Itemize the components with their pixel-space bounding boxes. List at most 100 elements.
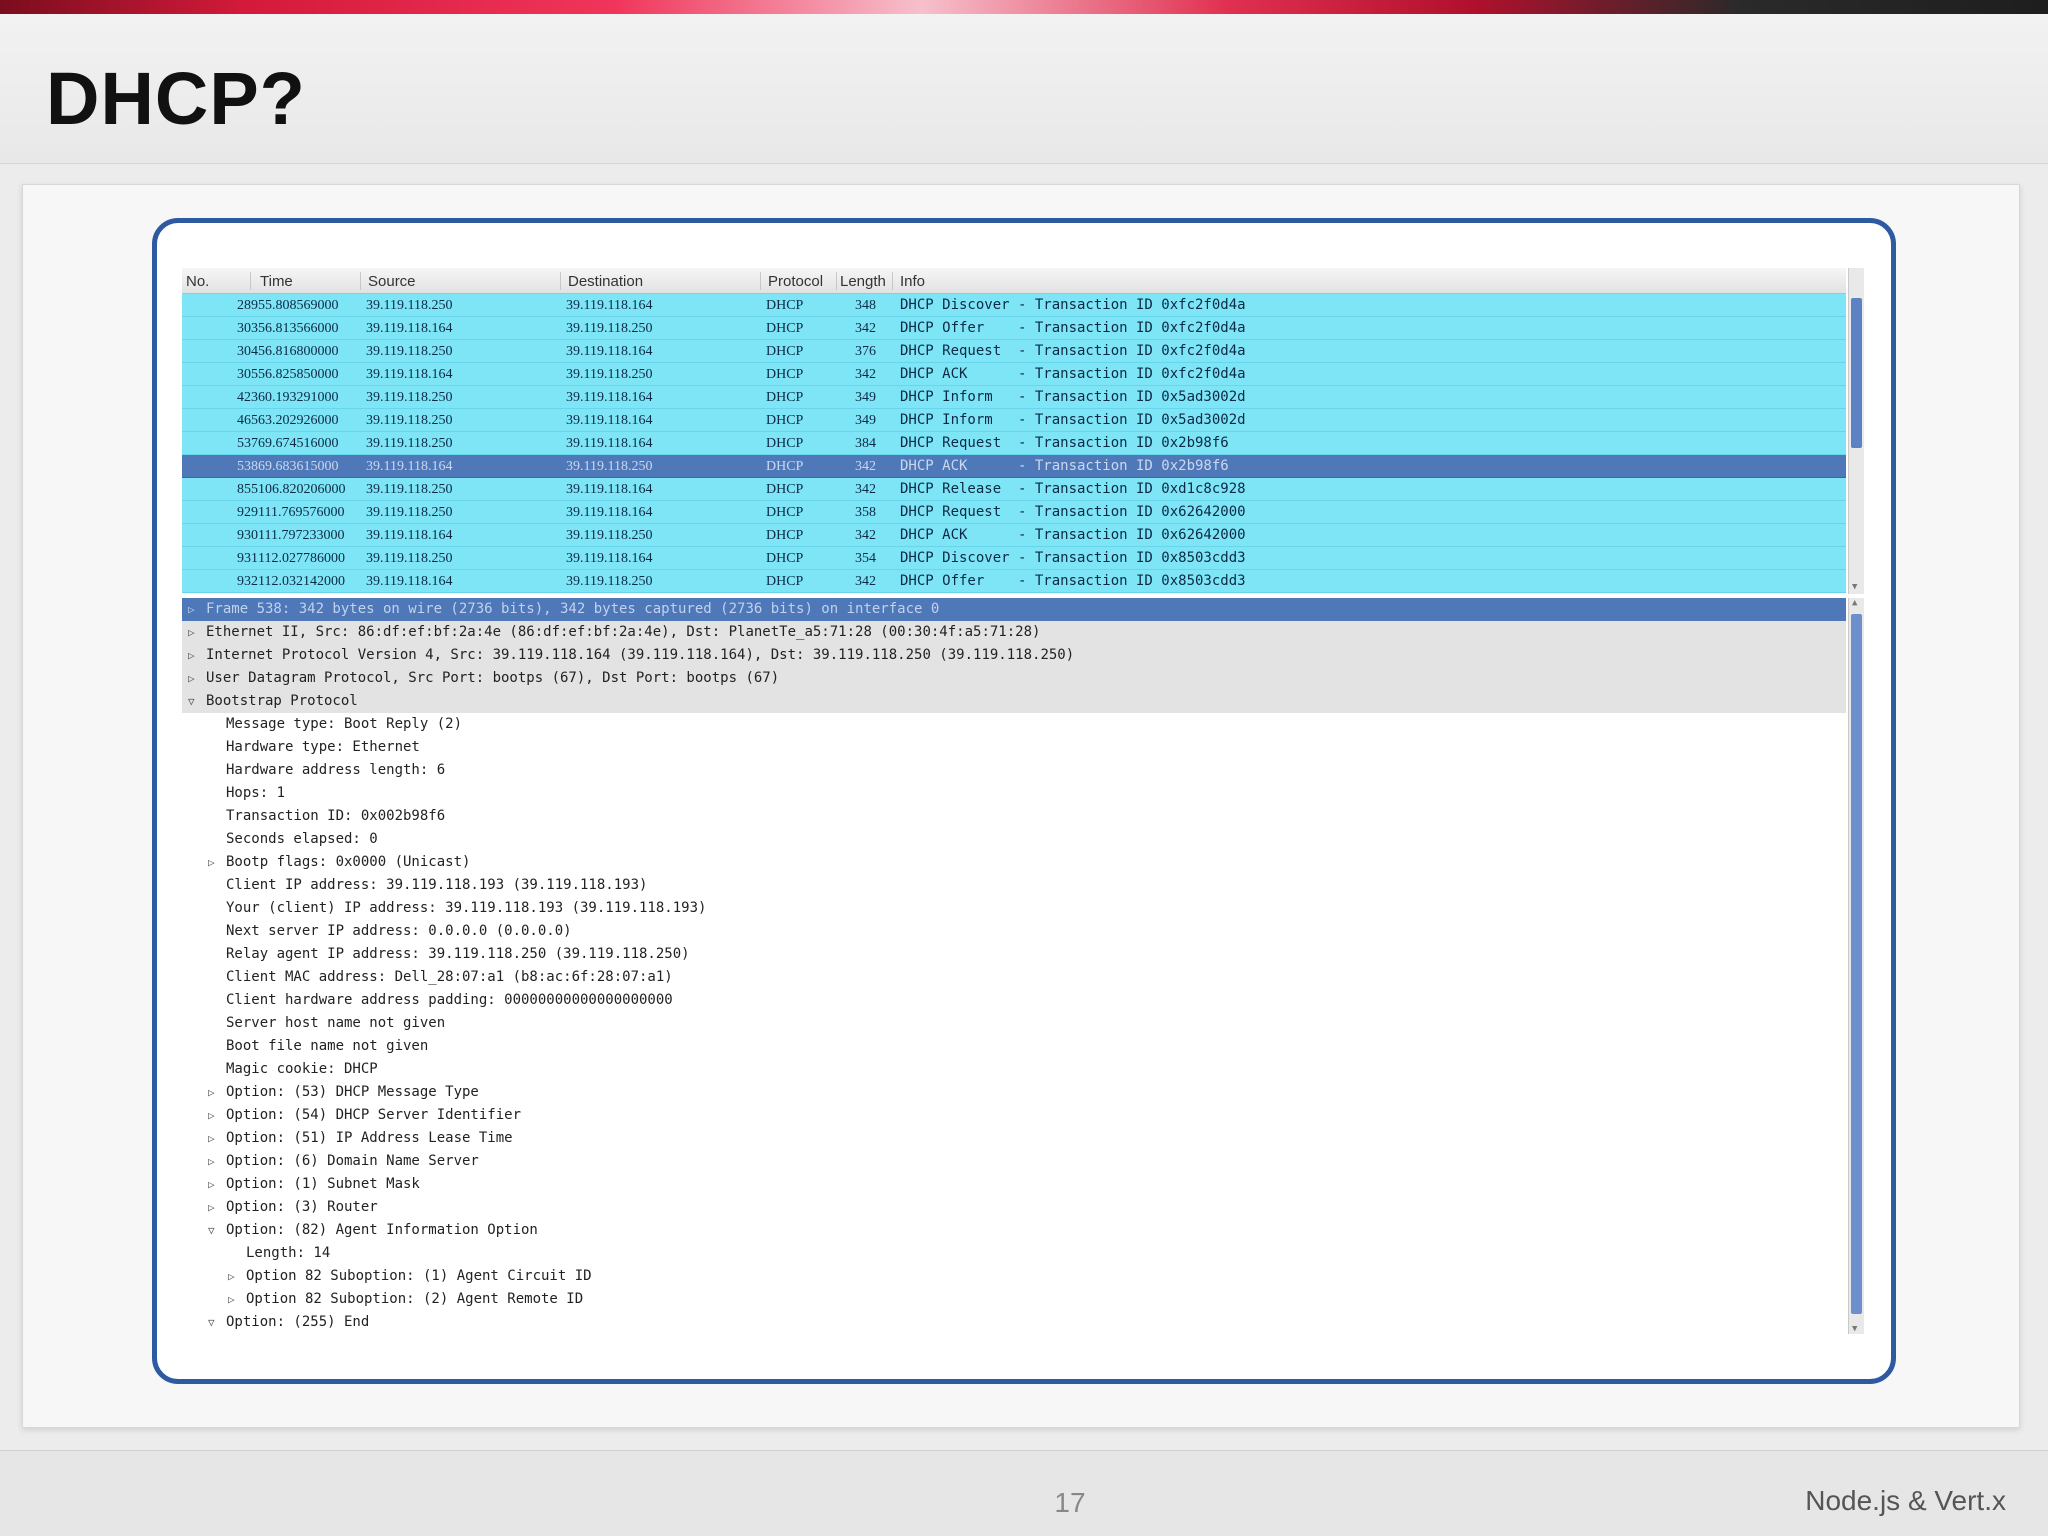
collapse-triangle-icon[interactable]: ▷ [188,621,195,644]
packet-row[interactable]: 465 63.202926000 39.119.118.250 39.119.118.… [182,409,1846,432]
packet-cell-src: 39.119.118.250 [366,436,453,451]
collapse-triangle-icon[interactable]: ▷ [208,1150,215,1173]
packet-row[interactable]: 537 69.674516000 39.119.118.250 39.119.118.… [182,432,1846,455]
detail-tree-item[interactable]: Server host name not given [182,1012,1846,1035]
packet-cell-no: 465 [237,413,258,428]
column-divider[interactable] [836,272,837,290]
detail-tree-item[interactable]: Hardware type: Ethernet [182,736,1846,759]
packet-row[interactable]: 929 111.769576000 39.119.118.250 39.119.118… [182,501,1846,524]
detail-tree-item[interactable]: ▽ Bootstrap Protocol [182,690,1846,713]
detail-tree-item[interactable]: ▷ Option: (1) Subnet Mask [182,1173,1846,1196]
packet-cell-len: 342 [855,574,876,589]
detail-tree-item[interactable]: ▷ Internet Protocol Version 4, Src: 39.11… [182,644,1846,667]
detail-tree-item[interactable]: Boot file name not given [182,1035,1846,1058]
packet-row[interactable]: 303 56.813566000 39.119.118.164 39.119.118.… [182,317,1846,340]
scrollbar-thumb[interactable] [1851,614,1862,1314]
packet-row[interactable]: 855 106.820206000 39.119.118.250 39.119.118… [182,478,1846,501]
packet-cell-len: 342 [855,459,876,474]
column-divider[interactable] [250,272,251,290]
detail-tree-item[interactable]: Client IP address: 39.119.118.193 (39.11… [182,874,1846,897]
packet-row-selected[interactable]: 538 69.683615000 39.119.118.164 39.119.118.… [182,455,1846,478]
packet-cell-dst: 39.119.118.250 [566,574,653,589]
packet-list-scrollbar[interactable]: ▼ [1848,268,1864,594]
detail-tree-item[interactable]: ▷ Option: (3) Router [182,1196,1846,1219]
scroll-down-icon[interactable]: ▼ [1852,1324,1857,1334]
detail-tree-item[interactable]: ▷ Option: (54) DHCP Server Identifier [182,1104,1846,1127]
collapse-triangle-icon[interactable]: ▷ [208,1196,215,1219]
detail-tree-item[interactable]: Hops: 1 [182,782,1846,805]
detail-tree-item[interactable]: Next server IP address: 0.0.0.0 (0.0.0.0… [182,920,1846,943]
packet-cell-len: 342 [855,367,876,382]
column-header-length[interactable]: Length [840,273,886,290]
packet-cell-len: 342 [855,321,876,336]
column-divider[interactable] [892,272,893,290]
expand-triangle-icon[interactable]: ▽ [188,690,195,713]
expand-triangle-icon[interactable]: ▽ [208,1219,215,1242]
expand-triangle-icon[interactable]: ▽ [208,1311,215,1334]
packet-row[interactable]: 289 55.808569000 39.119.118.250 39.119.118.… [182,294,1846,317]
column-header-info[interactable]: Info [900,273,925,290]
detail-tree-item[interactable]: Client hardware address padding: 0000000… [182,989,1846,1012]
detail-tree-item[interactable]: ▷ Option: (6) Domain Name Server [182,1150,1846,1173]
detail-tree-item[interactable]: ▷ Option: (51) IP Address Lease Time [182,1127,1846,1150]
detail-tree-item[interactable]: Seconds elapsed: 0 [182,828,1846,851]
packet-cell-info: DHCP Inform - Transaction ID 0x5ad3002d [900,412,1246,428]
packet-cell-dst: 39.119.118.164 [566,390,653,405]
packet-cell-src: 39.119.118.250 [366,344,453,359]
detail-tree-item[interactable]: Transaction ID: 0x002b98f6 [182,805,1846,828]
detail-tree-item[interactable]: Hardware address length: 6 [182,759,1846,782]
detail-tree-label: Server host name not given [226,1015,446,1031]
detail-tree-item[interactable]: Length: 14 [182,1242,1846,1265]
detail-tree-item[interactable]: Client MAC address: Dell_28:07:a1 (b8:ac… [182,966,1846,989]
detail-tree-label: Your (client) IP address: 39.119.118.193… [226,900,707,916]
packet-row[interactable]: 930 111.797233000 39.119.118.164 39.119.118… [182,524,1846,547]
detail-tree-item[interactable]: Magic cookie: DHCP [182,1058,1846,1081]
detail-tree-item[interactable]: ▷ Option: (53) DHCP Message Type [182,1081,1846,1104]
detail-tree-label: Option: (1) Subnet Mask [226,1176,420,1192]
column-header-source[interactable]: Source [368,273,416,290]
detail-tree-label: Bootstrap Protocol [206,693,358,709]
packet-details-scrollbar[interactable]: ▲ ▼ [1848,598,1864,1334]
detail-tree-item[interactable]: ▷ Option 82 Suboption: (2) Agent Remote I… [182,1288,1846,1311]
collapse-triangle-icon[interactable]: ▷ [228,1288,235,1311]
column-header-protocol[interactable]: Protocol [768,273,823,290]
collapse-triangle-icon[interactable]: ▷ [188,667,195,690]
scroll-down-icon[interactable]: ▼ [1852,582,1857,592]
detail-tree-item[interactable]: Message type: Boot Reply (2) [182,713,1846,736]
detail-tree-label: Option 82 Suboption: (2) Agent Remote ID [246,1291,584,1307]
collapse-triangle-icon[interactable]: ▷ [228,1265,235,1288]
collapse-triangle-icon[interactable]: ▷ [208,1104,215,1127]
collapse-triangle-icon[interactable]: ▷ [208,1081,215,1104]
column-divider[interactable] [360,272,361,290]
detail-tree-item[interactable]: ▽ Option: (255) End [182,1311,1846,1334]
collapse-triangle-icon[interactable]: ▷ [188,644,195,667]
column-divider[interactable] [760,272,761,290]
packet-row[interactable]: 305 56.825850000 39.119.118.164 39.119.118.… [182,363,1846,386]
scroll-up-icon[interactable]: ▲ [1852,598,1857,608]
detail-tree-item[interactable]: ▷ Frame 538: 342 bytes on wire (2736 bits… [182,598,1846,621]
collapse-triangle-icon[interactable]: ▷ [208,1127,215,1150]
column-header-no[interactable]: No. [186,273,209,290]
detail-tree-label: Message type: Boot Reply (2) [226,716,463,732]
column-divider[interactable] [560,272,561,290]
detail-tree-item[interactable]: Your (client) IP address: 39.119.118.193… [182,897,1846,920]
collapse-triangle-icon[interactable]: ▷ [208,1173,215,1196]
packet-cell-src: 39.119.118.250 [366,413,453,428]
detail-tree-item[interactable]: ▷ Bootp flags: 0x0000 (Unicast) [182,851,1846,874]
column-header-destination[interactable]: Destination [568,273,643,290]
detail-tree-item[interactable]: ▷ Option 82 Suboption: (1) Agent Circuit … [182,1265,1846,1288]
detail-tree-item[interactable]: ▷ User Datagram Protocol, Src Port: bootp… [182,667,1846,690]
column-header-time[interactable]: Time [260,273,293,290]
detail-tree-item[interactable]: ▷ Ethernet II, Src: 86:df:ef:bf:2a:4e (86… [182,621,1846,644]
packet-row[interactable]: 932 112.032142000 39.119.118.164 39.119.118… [182,570,1846,593]
collapse-triangle-icon[interactable]: ▷ [208,851,215,874]
detail-tree-item[interactable]: ▽ Option: (82) Agent Information Option [182,1219,1846,1242]
packet-row[interactable]: 423 60.193291000 39.119.118.250 39.119.118.… [182,386,1846,409]
packet-cell-proto: DHCP [766,413,804,428]
packet-row[interactable]: 931 112.027786000 39.119.118.250 39.119.118… [182,547,1846,570]
detail-tree-label: Option: (255) End [226,1314,370,1330]
detail-tree-item[interactable]: Relay agent IP address: 39.119.118.250 (… [182,943,1846,966]
scrollbar-thumb[interactable] [1851,298,1862,448]
collapse-triangle-icon[interactable]: ▷ [188,598,195,621]
packet-row[interactable]: 304 56.816800000 39.119.118.250 39.119.118.… [182,340,1846,363]
